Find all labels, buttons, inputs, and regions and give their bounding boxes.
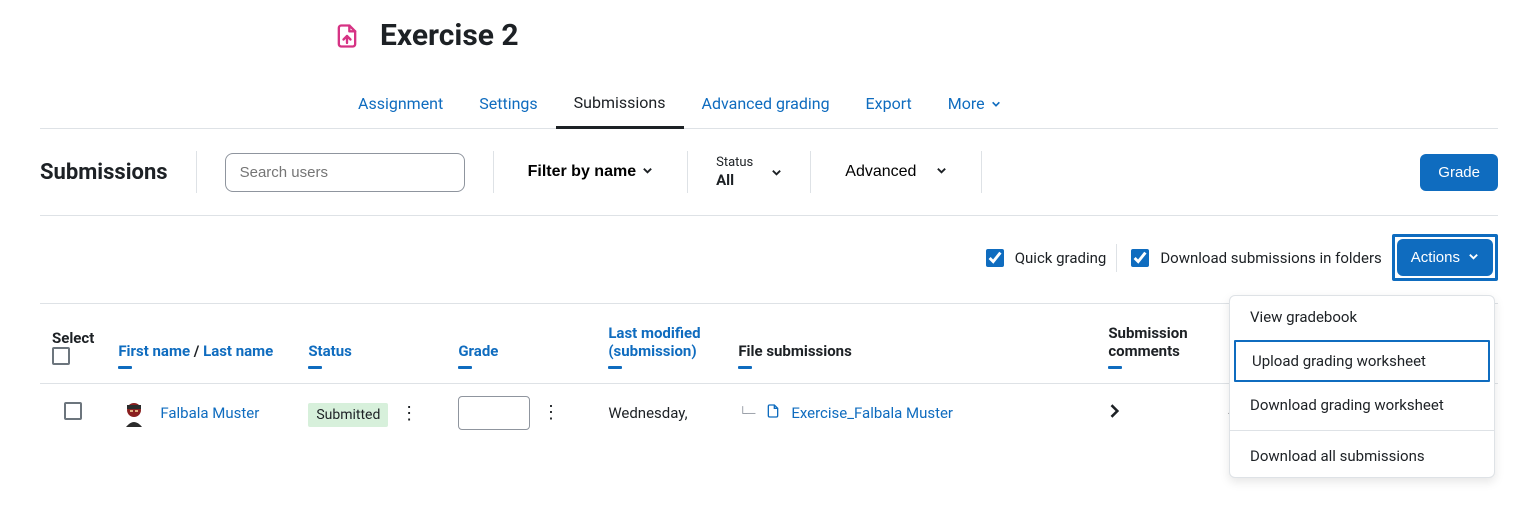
menu-download-worksheet[interactable]: Download grading worksheet bbox=[1230, 384, 1494, 426]
expand-comments-icon[interactable] bbox=[1108, 404, 1122, 422]
separator bbox=[981, 151, 982, 193]
quick-grading-toggle[interactable]: Quick grading bbox=[982, 246, 1107, 270]
col-grade[interactable]: Grade bbox=[446, 304, 596, 384]
toolbar: Submissions Filter by name Status All Ad… bbox=[40, 129, 1498, 215]
menu-upload-worksheet[interactable]: Upload grading worksheet bbox=[1234, 340, 1490, 382]
col-file-submissions[interactable]: File submissions bbox=[726, 304, 1096, 384]
chevron-down-icon bbox=[771, 163, 782, 182]
file-icon bbox=[765, 403, 781, 423]
tab-more-label: More bbox=[948, 94, 985, 113]
separator bbox=[196, 151, 197, 193]
grade-input[interactable] bbox=[458, 396, 530, 430]
separator bbox=[810, 151, 811, 193]
advanced-label: Advanced bbox=[845, 163, 916, 181]
page-header: Exercise 2 bbox=[40, 0, 1498, 53]
page-title: Exercise 2 bbox=[380, 18, 519, 53]
tab-more[interactable]: More bbox=[930, 81, 1019, 128]
advanced-button[interactable]: Advanced bbox=[839, 162, 953, 182]
sort-indicator bbox=[738, 366, 752, 369]
select-header-label: Select bbox=[52, 329, 94, 347]
user-name-link[interactable]: Falbala Muster bbox=[160, 404, 259, 422]
select-all-checkbox[interactable] bbox=[52, 347, 70, 365]
row-select-checkbox[interactable] bbox=[64, 402, 82, 420]
status-filter[interactable]: Status All bbox=[716, 155, 782, 190]
status-badge: Submitted bbox=[308, 403, 388, 427]
submission-comments-header: Submission comments bbox=[1108, 324, 1187, 360]
search-input[interactable] bbox=[225, 153, 465, 192]
sort-indicator bbox=[458, 366, 472, 369]
options-bar: Quick grading Download submissions in fo… bbox=[40, 215, 1498, 303]
col-select: Select bbox=[40, 304, 106, 384]
filter-by-name-button[interactable]: Filter by name bbox=[522, 162, 659, 182]
actions-wrap: Actions View gradebook Upload grading wo… bbox=[1392, 234, 1498, 281]
tab-submissions[interactable]: Submissions bbox=[556, 81, 684, 129]
avatar bbox=[118, 397, 150, 429]
download-folders-toggle[interactable]: Download submissions in folders bbox=[1127, 246, 1381, 270]
tab-bar: Assignment Settings Submissions Advanced… bbox=[40, 81, 1498, 129]
status-actions-menu[interactable]: ⋮ bbox=[392, 399, 426, 428]
chevron-down-icon bbox=[642, 163, 653, 181]
tree-glyph: └─ bbox=[738, 406, 755, 420]
col-submission-comments[interactable]: Submission comments bbox=[1096, 304, 1216, 384]
col-name[interactable]: First name / Last name bbox=[106, 304, 296, 384]
tab-settings[interactable]: Settings bbox=[461, 81, 555, 128]
menu-view-gradebook[interactable]: View gradebook bbox=[1230, 296, 1494, 338]
actions-label: Actions bbox=[1411, 249, 1460, 266]
tab-advanced-grading[interactable]: Advanced grading bbox=[684, 81, 848, 128]
download-folders-label: Download submissions in folders bbox=[1160, 249, 1381, 267]
last-modified-cell: Wednesday, bbox=[596, 384, 726, 443]
sort-indicator bbox=[308, 366, 322, 369]
tab-assignment[interactable]: Assignment bbox=[340, 81, 461, 128]
actions-button[interactable]: Actions bbox=[1397, 239, 1493, 276]
menu-separator bbox=[1230, 430, 1494, 431]
section-title: Submissions bbox=[40, 160, 168, 185]
separator bbox=[687, 151, 688, 193]
chevron-down-icon bbox=[991, 94, 1001, 113]
actions-menu: View gradebook Upload grading worksheet … bbox=[1229, 295, 1495, 478]
separator bbox=[493, 151, 494, 193]
file-submissions-header: File submissions bbox=[738, 342, 851, 360]
menu-download-all[interactable]: Download all submissions bbox=[1230, 435, 1494, 477]
sort-indicator bbox=[118, 366, 132, 369]
sort-indicator bbox=[608, 366, 622, 369]
status-header[interactable]: Status bbox=[308, 342, 352, 360]
grade-header[interactable]: Grade bbox=[458, 342, 498, 360]
quick-grading-checkbox[interactable] bbox=[986, 249, 1004, 267]
filter-label: Filter by name bbox=[528, 163, 636, 181]
chevron-down-icon bbox=[936, 163, 947, 181]
col-last-modified[interactable]: Last modified (submission) bbox=[596, 304, 726, 384]
separator bbox=[1116, 244, 1117, 272]
last-modified-header[interactable]: Last modified (submission) bbox=[608, 324, 700, 360]
tab-export[interactable]: Export bbox=[848, 81, 930, 128]
status-value: All bbox=[716, 171, 753, 190]
grade-actions-menu[interactable]: ⋮ bbox=[534, 398, 568, 427]
last-name-header[interactable]: Last name bbox=[203, 342, 273, 360]
download-folders-checkbox[interactable] bbox=[1131, 249, 1149, 267]
col-status[interactable]: Status bbox=[296, 304, 446, 384]
grade-button[interactable]: Grade bbox=[1420, 154, 1498, 191]
sort-indicator bbox=[1108, 366, 1122, 369]
file-link[interactable]: Exercise_Falbala Muster bbox=[791, 404, 953, 422]
chevron-down-icon bbox=[1468, 249, 1479, 266]
name-sep: / bbox=[190, 342, 203, 360]
assignment-icon bbox=[330, 19, 364, 53]
first-name-header[interactable]: First name bbox=[118, 342, 190, 360]
quick-grading-label: Quick grading bbox=[1015, 249, 1107, 267]
status-label: Status bbox=[716, 155, 753, 171]
